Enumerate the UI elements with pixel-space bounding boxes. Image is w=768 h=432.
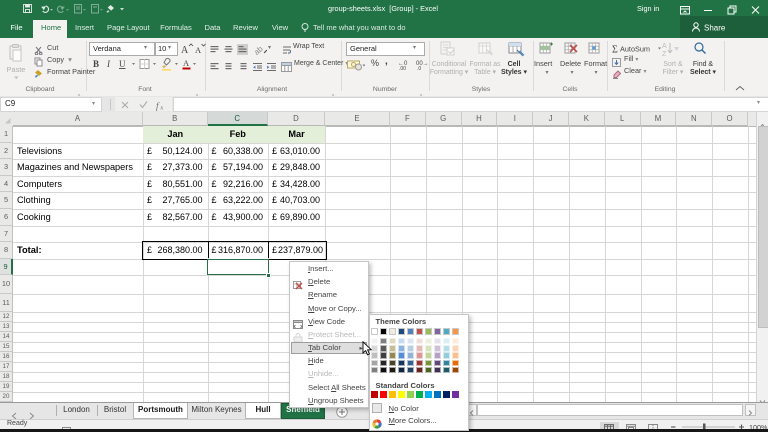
svg-text:B: B — [93, 59, 99, 69]
svg-text:A: A — [662, 43, 667, 50]
svg-text:.0: .0 — [417, 66, 421, 70]
svg-text:U: U — [119, 59, 126, 69]
svg-text:.00: .00 — [399, 66, 406, 70]
svg-text:f: f — [156, 101, 160, 111]
svg-text:Z: Z — [662, 51, 667, 57]
svg-text:I: I — [106, 59, 111, 69]
svg-text:Paste: Paste — [7, 65, 26, 74]
svg-text:AutoSum: AutoSum — [620, 45, 650, 54]
svg-text:Σ: Σ — [612, 45, 618, 55]
svg-text:Share: Share — [704, 24, 726, 33]
svg-text:A: A — [181, 45, 189, 55]
svg-text:x: x — [160, 106, 164, 112]
svg-text:A: A — [183, 58, 190, 68]
svg-text:ab: ab — [255, 44, 265, 55]
svg-text:A: A — [195, 45, 202, 55]
